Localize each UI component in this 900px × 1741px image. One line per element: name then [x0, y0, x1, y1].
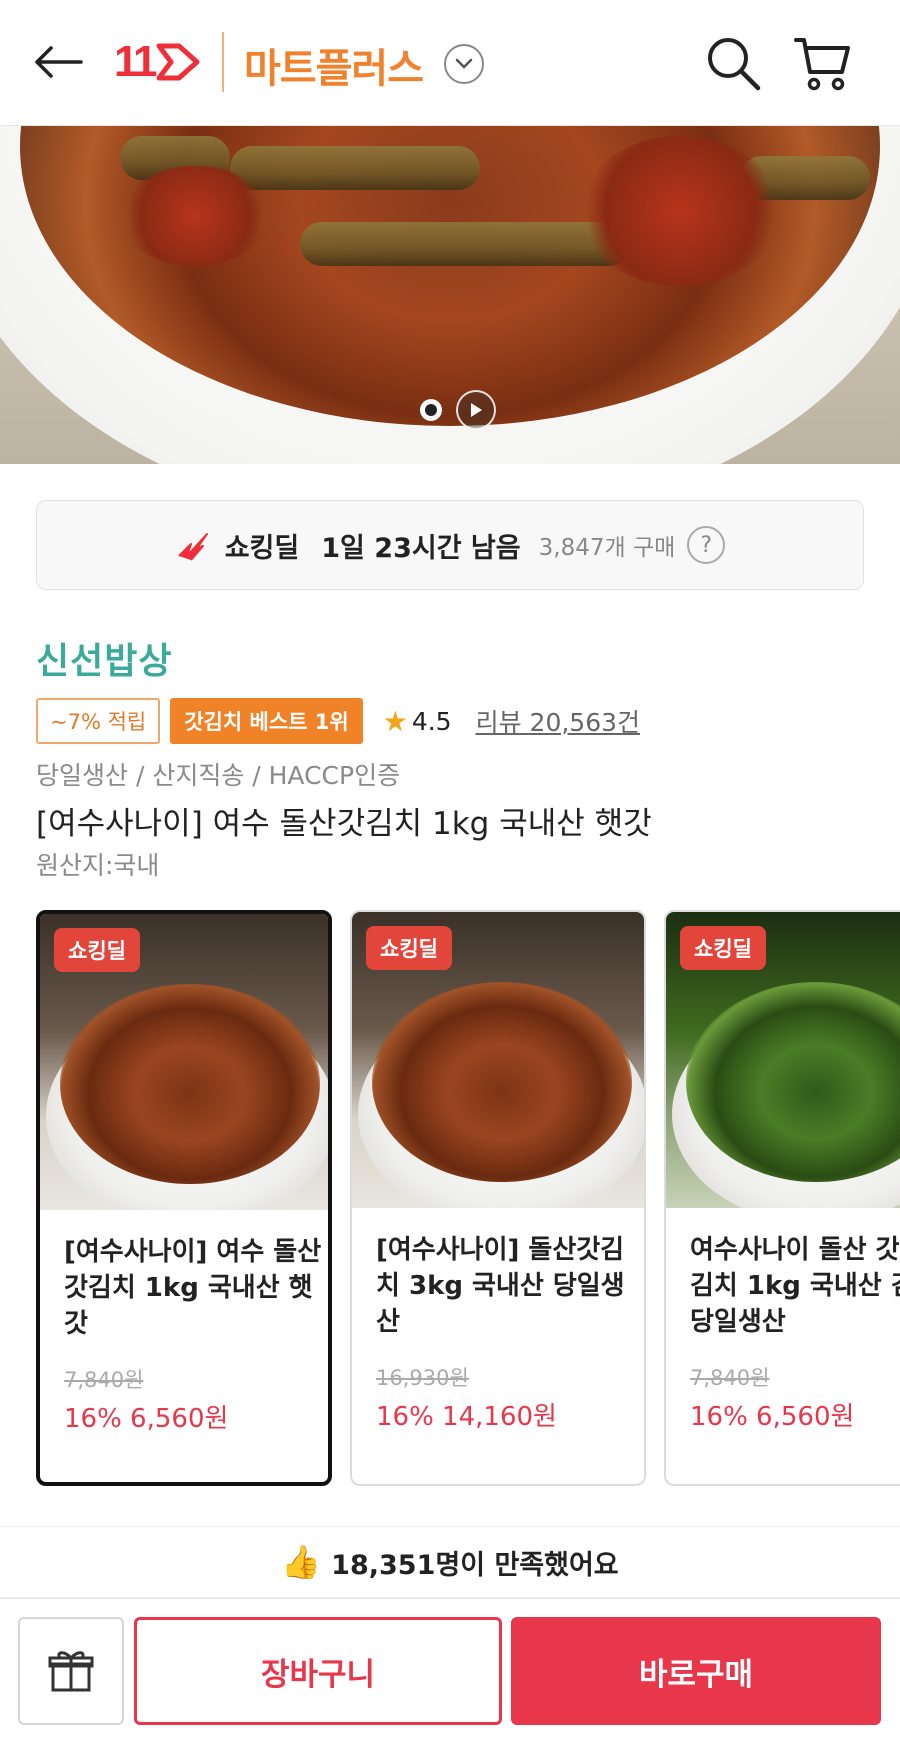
- shocking-deal-tag: 쇼킹딜: [366, 926, 452, 970]
- buy-now-button[interactable]: 바로구매: [511, 1617, 881, 1725]
- chevron-down-icon: [455, 58, 473, 69]
- deal-label: 쇼킹딜: [224, 532, 300, 564]
- product-card-sale-price: 16% 14,160원: [376, 1402, 557, 1432]
- sauce-shape: [580, 136, 780, 286]
- product-card-name: [여수사나이] 돌산갓김치 3kg 국내산 당일생산: [376, 1235, 625, 1337]
- product-card-original-price: 7,840원: [64, 1368, 144, 1392]
- mart-menu-toggle[interactable]: [444, 44, 484, 84]
- mart-plus-title[interactable]: 마트플러스: [244, 36, 424, 94]
- product-card-name: 여수사나이 돌산 갓 물김치 1kg 국내산 김치 당일생산: [690, 1235, 900, 1337]
- gift-button[interactable]: [18, 1617, 124, 1725]
- search-icon: [708, 38, 761, 91]
- deal-time-left: 1일 23시간 남음: [321, 532, 521, 564]
- point-badge: ~7% 적립: [36, 698, 161, 744]
- deal-purchase-count: 3,847개 구매: [538, 535, 676, 561]
- rating: ★ 4.5: [383, 705, 452, 738]
- product-card-sale-price: 16% 6,560원: [690, 1402, 855, 1432]
- sauce-shape: [120, 166, 270, 266]
- product-origin: 원산지:국내: [36, 851, 160, 880]
- header-divider: [222, 32, 224, 92]
- product-card-name: [여수사나이] 여수 돌산갓김치 1kg 국내산 햇갓: [64, 1237, 322, 1339]
- review-link[interactable]: 리뷰 20,563건: [476, 703, 640, 739]
- kimchi-shape: [372, 982, 632, 1182]
- product-title: [여수사나이] 여수 돌산갓김치 1kg 국내산 햇갓: [36, 806, 652, 842]
- logo-number: 11: [114, 37, 157, 86]
- star-icon: ★: [382, 704, 408, 738]
- product-card-original-price: 16,930원: [376, 1366, 469, 1390]
- satisfaction-bar[interactable]: 👍 18,351명이 만족했어요: [0, 1526, 900, 1598]
- product-card-sale-price: 16% 6,560원: [64, 1404, 229, 1434]
- kimchi-shape: [60, 984, 320, 1184]
- product-card[interactable]: 쇼킹딜 여수사나이 돌산 갓 물김치 1kg 국내산 김치 당일생산 7,840…: [664, 910, 900, 1486]
- related-products-carousel[interactable]: 쇼킹딜 [여수사나이] 여수 돌산갓김치 1kg 국내산 햇갓 7,840원 1…: [36, 910, 900, 1486]
- cart-icon: [794, 38, 850, 91]
- play-icon: [471, 403, 482, 417]
- carousel-indicator: [420, 390, 496, 430]
- product-hero-image[interactable]: [0, 126, 900, 464]
- best-badge[interactable]: 갓김치 베스트 1위: [170, 698, 363, 744]
- product-badges: ~7% 적립 갓김치 베스트 1위 ★ 4.5 리뷰 20,563건: [36, 698, 640, 744]
- shocking-deal-icon: [178, 533, 208, 561]
- logo-arrow-icon: [156, 43, 200, 81]
- satisfaction-text: 18,351명이 만족했어요: [331, 1549, 619, 1581]
- gift-icon: [48, 1651, 94, 1692]
- stalk-shape: [300, 222, 630, 266]
- shocking-deal-bar: 쇼킹딜 1일 23시간 남음 3,847개 구매 ?: [36, 500, 864, 590]
- video-play-button[interactable]: [456, 390, 496, 430]
- add-to-cart-button[interactable]: 장바구니: [134, 1617, 502, 1725]
- back-arrow-icon: [35, 46, 83, 78]
- shocking-deal-tag: 쇼킹딜: [680, 926, 766, 970]
- stalk-shape: [230, 146, 480, 190]
- thumbs-up-icon: 👍: [281, 1543, 322, 1581]
- product-card[interactable]: 쇼킹딜 [여수사나이] 돌산갓김치 3kg 국내산 당일생산 16,930원 1…: [350, 910, 646, 1486]
- product-card-original-price: 7,840원: [690, 1366, 770, 1390]
- help-icon[interactable]: ?: [687, 526, 726, 564]
- back-button[interactable]: [30, 36, 86, 88]
- seller-name[interactable]: 신선밥상: [36, 632, 172, 684]
- rating-value: 4.5: [411, 706, 452, 736]
- eleven-street-logo[interactable]: 11: [114, 37, 201, 86]
- shocking-deal-tag: 쇼킹딜: [54, 928, 140, 972]
- product-tags: 당일생산 / 산지직송 / HACCP인증: [36, 761, 401, 790]
- image-dot-active[interactable]: [420, 399, 442, 421]
- product-card[interactable]: 쇼킹딜 [여수사나이] 여수 돌산갓김치 1kg 국내산 햇갓 7,840원 1…: [36, 910, 332, 1486]
- search-button[interactable]: [704, 34, 762, 92]
- top-header: 11 마트플러스: [0, 0, 900, 126]
- bottom-action-bar: 장바구니 바로구매: [0, 1598, 900, 1741]
- cart-button[interactable]: [792, 34, 854, 92]
